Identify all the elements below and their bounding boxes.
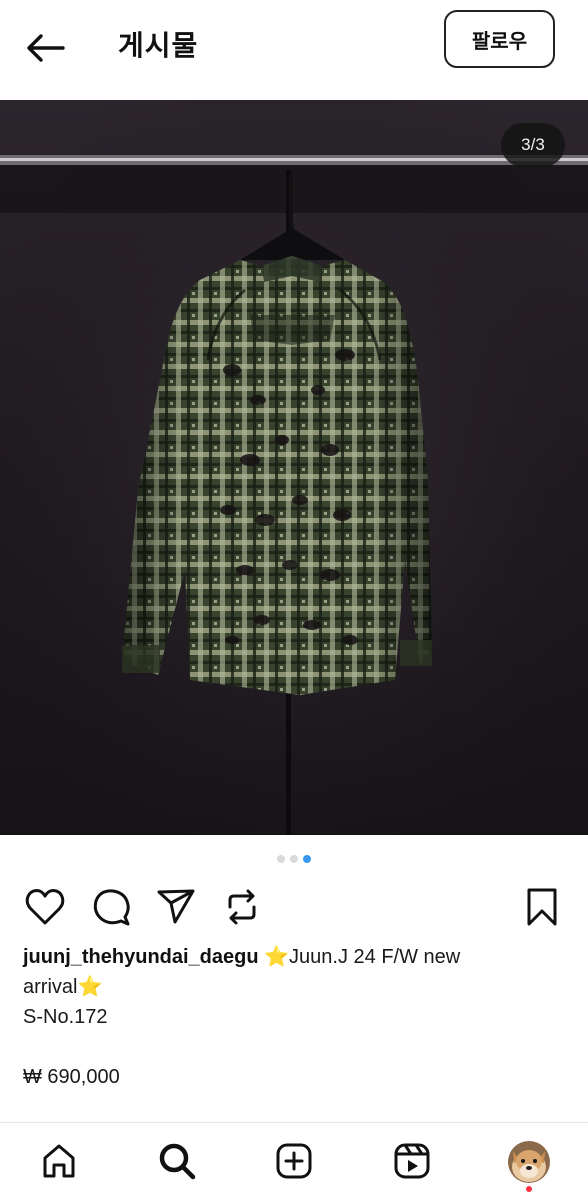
like-button[interactable] bbox=[21, 883, 69, 931]
caption-username[interactable]: juunj_thehyundai_daegu bbox=[23, 946, 259, 968]
repost-button[interactable] bbox=[218, 883, 266, 931]
nav-home[interactable] bbox=[35, 1137, 83, 1185]
nav-search[interactable] bbox=[153, 1137, 201, 1185]
top-bar: 게시물 팔로우 bbox=[0, 0, 588, 100]
caption-sku: S-No.172 bbox=[23, 1006, 108, 1028]
carousel-indicator bbox=[0, 852, 588, 866]
heart-icon bbox=[25, 889, 65, 925]
bottom-navigation bbox=[0, 1122, 588, 1200]
caption-text-line1: ⭐Juun.J 24 F/W new bbox=[264, 946, 461, 968]
bookmark-icon bbox=[527, 888, 557, 926]
carousel-dot bbox=[290, 855, 298, 863]
comment-icon bbox=[93, 889, 130, 926]
back-button[interactable] bbox=[22, 26, 68, 70]
nav-reels[interactable] bbox=[388, 1137, 436, 1185]
caption-text-line2: arrival⭐ bbox=[23, 976, 103, 998]
nav-create[interactable] bbox=[270, 1137, 318, 1185]
reels-icon bbox=[394, 1143, 430, 1179]
comment-button[interactable] bbox=[87, 883, 135, 931]
share-button[interactable] bbox=[152, 883, 200, 931]
post-caption: juunj_thehyundai_daegu ⭐Juun.J 24 F/W ne… bbox=[23, 942, 568, 1032]
image-counter: 3/3 bbox=[501, 123, 565, 167]
create-icon bbox=[276, 1143, 312, 1179]
carousel-dot bbox=[277, 855, 285, 863]
profile-avatar[interactable] bbox=[508, 1141, 550, 1183]
repost-icon bbox=[228, 889, 256, 925]
dog-avatar-icon bbox=[508, 1141, 550, 1183]
action-bar bbox=[0, 880, 588, 934]
home-icon bbox=[43, 1144, 75, 1178]
post-image[interactable]: 3/3 bbox=[0, 100, 588, 835]
arrow-left-icon bbox=[27, 34, 65, 62]
follow-button[interactable]: 팔로우 bbox=[444, 10, 555, 68]
carousel-dot-active bbox=[303, 855, 311, 863]
caption-price: ₩ 690,000 bbox=[23, 1066, 120, 1088]
search-icon bbox=[159, 1143, 196, 1180]
bookmark-button[interactable] bbox=[518, 883, 566, 931]
notification-dot bbox=[526, 1186, 532, 1192]
page-title: 게시물 bbox=[118, 29, 199, 62]
share-icon bbox=[157, 889, 195, 924]
post-photo bbox=[0, 100, 588, 835]
